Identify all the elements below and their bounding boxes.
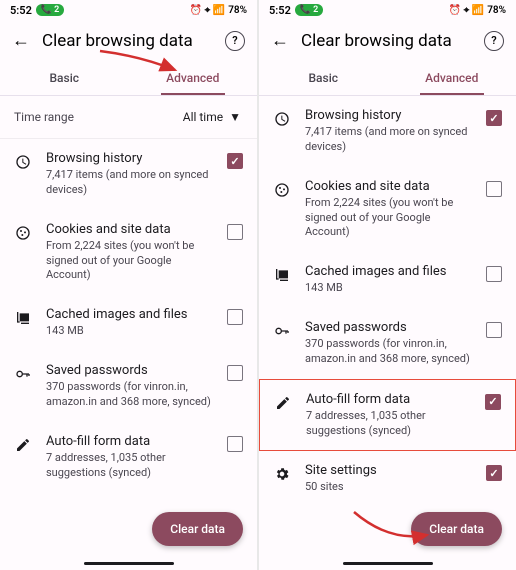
item-title: Cached images and files <box>46 307 213 322</box>
notification-pill: 📞 2 <box>36 4 64 16</box>
help-icon[interactable]: ? <box>225 31 245 51</box>
checkbox[interactable] <box>486 110 502 126</box>
checkbox[interactable] <box>227 224 243 240</box>
settings-icon <box>273 465 291 483</box>
item-title: Site settings <box>305 463 472 478</box>
time-range-row[interactable]: Time range All time ▼ <box>0 96 257 139</box>
checkbox[interactable] <box>227 309 243 325</box>
item-title: Cookies and site data <box>305 179 472 194</box>
clear-data-button[interactable]: Clear data <box>152 512 243 546</box>
notification-pill: 📞 2 <box>295 4 323 16</box>
time-range-label: Time range <box>14 110 74 124</box>
edit-icon <box>274 394 292 412</box>
battery-text: 78% <box>487 5 506 16</box>
checkbox[interactable] <box>227 436 243 452</box>
options-list: Browsing history 7,417 items (and more o… <box>259 96 516 570</box>
item-subtitle: 7,417 items (and more on synced devices) <box>305 125 472 155</box>
tab-advanced[interactable]: Advanced <box>129 61 258 95</box>
time-range-value: All time <box>183 110 223 124</box>
item-autofill[interactable]: Auto-fill form data 7 addresses, 1,035 o… <box>0 422 257 493</box>
tab-basic[interactable]: Basic <box>259 61 388 95</box>
help-icon[interactable]: ? <box>484 31 504 51</box>
tab-bar: Basic Advanced <box>259 61 516 96</box>
item-subtitle: 143 MB <box>305 281 472 296</box>
edit-icon <box>14 436 32 454</box>
item-title: Browsing history <box>46 151 213 166</box>
item-title: Auto-fill form data <box>46 434 213 449</box>
item-subtitle: 370 passwords (for vinron.in, amazon.in … <box>305 337 472 367</box>
back-arrow-icon[interactable]: ← <box>271 30 289 51</box>
item-cookies[interactable]: Cookies and site data From 2,224 sites (… <box>0 210 257 296</box>
item-passwords[interactable]: Saved passwords 370 passwords (for vinro… <box>259 308 516 379</box>
battery-text: 78% <box>228 5 247 16</box>
item-subtitle: 50 sites <box>305 480 472 495</box>
item-title: Cached images and files <box>305 264 472 279</box>
item-subtitle: 7,417 items (and more on synced devices) <box>46 168 213 198</box>
item-site-settings[interactable]: Site settings 50 sites <box>259 451 516 507</box>
cookie-icon <box>14 224 32 242</box>
clear-data-button[interactable]: Clear data <box>411 512 502 546</box>
item-subtitle: 7 addresses, 1,035 other suggestions (sy… <box>46 451 213 481</box>
image-icon <box>14 309 32 327</box>
key-icon <box>273 322 291 340</box>
item-passwords[interactable]: Saved passwords 370 passwords (for vinro… <box>0 351 257 422</box>
tab-basic[interactable]: Basic <box>0 61 129 95</box>
item-subtitle: 143 MB <box>46 324 213 339</box>
item-subtitle: 7 addresses, 1,035 other suggestions (sy… <box>306 409 471 439</box>
screen-right: 5:52 📞 2 ⏰ ⌖ 📶 78% ← Clear browsing data… <box>259 0 516 570</box>
item-subtitle: From 2,224 sites (you won't be signed ou… <box>46 239 213 284</box>
item-subtitle: From 2,224 sites (you won't be signed ou… <box>305 196 472 241</box>
options-list: Browsing history 7,417 items (and more o… <box>0 139 257 570</box>
item-browsing-history[interactable]: Browsing history 7,417 items (and more o… <box>259 96 516 167</box>
item-title: Browsing history <box>305 108 472 123</box>
clock-text: 5:52 <box>269 4 291 17</box>
dropdown-icon: ▼ <box>229 110 241 124</box>
status-bar: 5:52 📞 2 ⏰ ⌖ 📶 78% <box>259 0 516 20</box>
history-icon <box>14 153 32 171</box>
item-autofill[interactable]: Auto-fill form data 7 addresses, 1,035 o… <box>259 379 516 452</box>
item-cookies[interactable]: Cookies and site data From 2,224 sites (… <box>259 167 516 253</box>
back-arrow-icon[interactable]: ← <box>12 30 30 51</box>
tab-bar: Basic Advanced <box>0 61 257 96</box>
item-subtitle: 370 passwords (for vinron.in, amazon.in … <box>46 380 213 410</box>
item-title: Auto-fill form data <box>306 392 471 407</box>
status-icons: ⏰ ⌖ 📶 <box>190 5 226 16</box>
checkbox[interactable] <box>486 266 502 282</box>
key-icon <box>14 365 32 383</box>
checkbox[interactable] <box>485 394 501 410</box>
item-title: Cookies and site data <box>46 222 213 237</box>
checkbox[interactable] <box>227 153 243 169</box>
item-browsing-history[interactable]: Browsing history 7,417 items (and more o… <box>0 139 257 210</box>
nav-handle[interactable] <box>84 562 174 565</box>
checkbox[interactable] <box>486 322 502 338</box>
history-icon <box>273 110 291 128</box>
item-title: Saved passwords <box>46 363 213 378</box>
image-icon <box>273 266 291 284</box>
status-bar: 5:52 📞 2 ⏰ ⌖ 📶 78% <box>0 0 257 20</box>
item-title: Saved passwords <box>305 320 472 335</box>
clock-text: 5:52 <box>10 4 32 17</box>
checkbox[interactable] <box>486 181 502 197</box>
nav-handle[interactable] <box>343 562 433 565</box>
app-header: ← Clear browsing data ? <box>0 20 257 61</box>
checkbox[interactable] <box>486 465 502 481</box>
status-icons: ⏰ ⌖ 📶 <box>449 5 485 16</box>
screen-left: 5:52 📞 2 ⏰ ⌖ 📶 78% ← Clear browsing data… <box>0 0 257 570</box>
tab-advanced[interactable]: Advanced <box>388 61 516 95</box>
item-cache[interactable]: Cached images and files 143 MB <box>0 295 257 351</box>
app-header: ← Clear browsing data ? <box>259 20 516 61</box>
item-cache[interactable]: Cached images and files 143 MB <box>259 252 516 308</box>
page-title: Clear browsing data <box>42 31 213 51</box>
checkbox[interactable] <box>227 365 243 381</box>
page-title: Clear browsing data <box>301 31 472 51</box>
cookie-icon <box>273 181 291 199</box>
